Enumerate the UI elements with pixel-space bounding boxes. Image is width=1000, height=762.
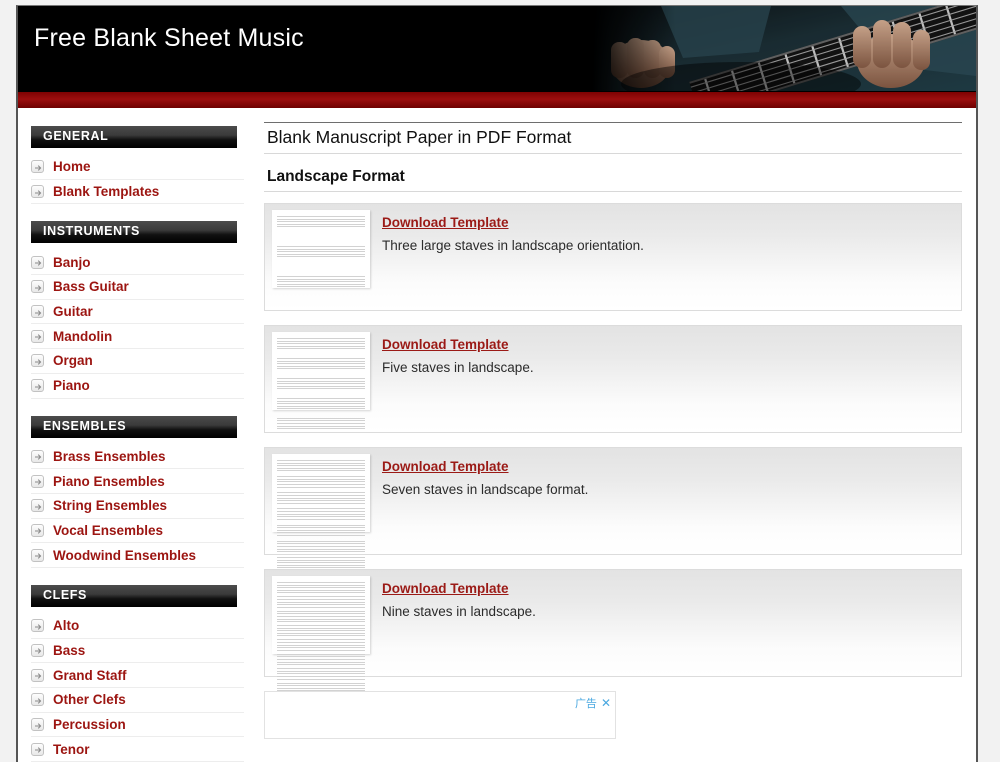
sidebar-item-percussion[interactable]: Percussion <box>31 713 244 738</box>
template-thumbnail <box>272 454 370 532</box>
site-header: Free Blank Sheet Music <box>18 6 976 91</box>
sidebar-item-mandolin[interactable]: Mandolin <box>31 324 244 349</box>
download-template-link[interactable]: Download Template <box>382 459 509 474</box>
sidebar-section-heading-instruments: INSTRUMENTS <box>31 221 237 243</box>
section-title-landscape: Landscape Format <box>264 168 962 192</box>
header-red-divider <box>18 91 976 108</box>
sidebar-item-brass-ensembles[interactable]: Brass Ensembles <box>31 445 244 470</box>
sidebar-item-string-ensembles[interactable]: String Ensembles <box>31 494 244 519</box>
site-title: Free Blank Sheet Music <box>34 24 304 53</box>
main-content: Blank Manuscript Paper in PDF Format Lan… <box>257 108 976 739</box>
sidebar-item-blank-templates[interactable]: Blank Templates <box>31 180 244 205</box>
template-card: Download Template Five staves in landsca… <box>264 325 962 433</box>
arrow-right-icon <box>31 743 44 756</box>
sidebar-item-label: Guitar <box>53 304 93 319</box>
arrow-right-icon <box>31 669 44 682</box>
sidebar-list-instruments: Banjo Bass Guitar Guitar Mandolin Organ <box>31 250 244 398</box>
arrow-right-icon <box>31 499 44 512</box>
arrow-right-icon <box>31 549 44 562</box>
body-area: GENERAL Home Blank Templates INSTRUMENTS… <box>18 108 976 762</box>
sidebar-item-other-clefs[interactable]: Other Clefs <box>31 688 244 713</box>
sidebar-list-clefs: Alto Bass Grand Staff Other Clefs Percus… <box>31 614 244 762</box>
sidebar-item-label: Banjo <box>53 255 91 270</box>
sidebar-item-banjo[interactable]: Banjo <box>31 250 244 275</box>
sidebar-item-bass[interactable]: Bass <box>31 639 244 664</box>
arrow-right-icon <box>31 160 44 173</box>
sidebar-item-tenor[interactable]: Tenor <box>31 737 244 762</box>
template-thumbnail <box>272 210 370 288</box>
arrow-right-icon <box>31 475 44 488</box>
sidebar-item-bass-guitar[interactable]: Bass Guitar <box>31 275 244 300</box>
page-title: Blank Manuscript Paper in PDF Format <box>264 122 962 154</box>
sidebar-section-heading-clefs: CLEFS <box>31 585 237 607</box>
sidebar-item-label: Home <box>53 159 91 174</box>
sidebar-item-label: Other Clefs <box>53 692 126 707</box>
template-card-text: Download Template Seven staves in landsc… <box>382 448 588 497</box>
sidebar-item-label: Alto <box>53 618 79 633</box>
arrow-right-icon <box>31 450 44 463</box>
sidebar-item-label: Brass Ensembles <box>53 449 166 464</box>
header-banner-photo <box>591 6 976 91</box>
sidebar-item-organ[interactable]: Organ <box>31 349 244 374</box>
advertisement-banner[interactable]: 广告 ✕ <box>264 691 616 739</box>
template-thumbnail <box>272 332 370 410</box>
sidebar-item-label: Percussion <box>53 717 126 732</box>
arrow-right-icon <box>31 330 44 343</box>
ad-label-text: 广告 <box>575 695 597 711</box>
download-template-link[interactable]: Download Template <box>382 337 509 352</box>
template-description: Three large staves in landscape orientat… <box>382 238 644 253</box>
sidebar-item-label: Mandolin <box>53 329 112 344</box>
arrow-right-icon <box>31 256 44 269</box>
download-template-link[interactable]: Download Template <box>382 581 509 596</box>
arrow-right-icon <box>31 524 44 537</box>
ad-label-group: 广告 ✕ <box>575 695 611 711</box>
template-card: Download Template Three large staves in … <box>264 203 962 311</box>
sidebar-section-heading-ensembles: ENSEMBLES <box>31 416 237 438</box>
template-description: Seven staves in landscape format. <box>382 482 588 497</box>
close-icon[interactable]: ✕ <box>601 696 611 710</box>
template-card: Download Template Nine staves in landsca… <box>264 569 962 677</box>
sidebar-item-woodwind-ensembles[interactable]: Woodwind Ensembles <box>31 543 244 568</box>
template-description: Nine staves in landscape. <box>382 604 536 619</box>
sidebar-item-vocal-ensembles[interactable]: Vocal Ensembles <box>31 519 244 544</box>
sidebar-item-label: Blank Templates <box>53 184 159 199</box>
template-card-text: Download Template Five staves in landsca… <box>382 326 534 375</box>
sidebar-item-label: Piano <box>53 378 90 393</box>
sidebar-item-label: Vocal Ensembles <box>53 523 163 538</box>
sidebar-section-heading-general: GENERAL <box>31 126 237 148</box>
arrow-right-icon <box>31 693 44 706</box>
arrow-right-icon <box>31 354 44 367</box>
arrow-right-icon <box>31 280 44 293</box>
sidebar-item-label: Grand Staff <box>53 668 127 683</box>
sidebar-item-piano[interactable]: Piano <box>31 374 244 399</box>
sidebar-item-label: Organ <box>53 353 93 368</box>
sidebar-item-label: Woodwind Ensembles <box>53 548 196 563</box>
arrow-right-icon <box>31 718 44 731</box>
arrow-right-icon <box>31 185 44 198</box>
arrow-right-icon <box>31 644 44 657</box>
template-card-text: Download Template Nine staves in landsca… <box>382 570 536 619</box>
sidebar-list-general: Home Blank Templates <box>31 155 244 204</box>
page-container: Free Blank Sheet Music <box>16 5 978 762</box>
sidebar-nav: GENERAL Home Blank Templates INSTRUMENTS… <box>18 108 257 762</box>
sidebar-item-label: Bass Guitar <box>53 279 129 294</box>
arrow-right-icon <box>31 619 44 632</box>
template-description: Five staves in landscape. <box>382 360 534 375</box>
template-card: Download Template Seven staves in landsc… <box>264 447 962 555</box>
template-card-text: Download Template Three large staves in … <box>382 204 644 253</box>
arrow-right-icon <box>31 379 44 392</box>
sidebar-item-guitar[interactable]: Guitar <box>31 300 244 325</box>
sidebar-item-label: Piano Ensembles <box>53 474 165 489</box>
sidebar-item-label: Tenor <box>53 742 90 757</box>
sidebar-item-home[interactable]: Home <box>31 155 244 180</box>
template-thumbnail <box>272 576 370 654</box>
sidebar-item-alto[interactable]: Alto <box>31 614 244 639</box>
arrow-right-icon <box>31 305 44 318</box>
sidebar-item-label: Bass <box>53 643 85 658</box>
sidebar-item-piano-ensembles[interactable]: Piano Ensembles <box>31 469 244 494</box>
download-template-link[interactable]: Download Template <box>382 215 509 230</box>
sidebar-item-grand-staff[interactable]: Grand Staff <box>31 663 244 688</box>
sidebar-item-label: String Ensembles <box>53 498 167 513</box>
sidebar-list-ensembles: Brass Ensembles Piano Ensembles String E… <box>31 445 244 568</box>
